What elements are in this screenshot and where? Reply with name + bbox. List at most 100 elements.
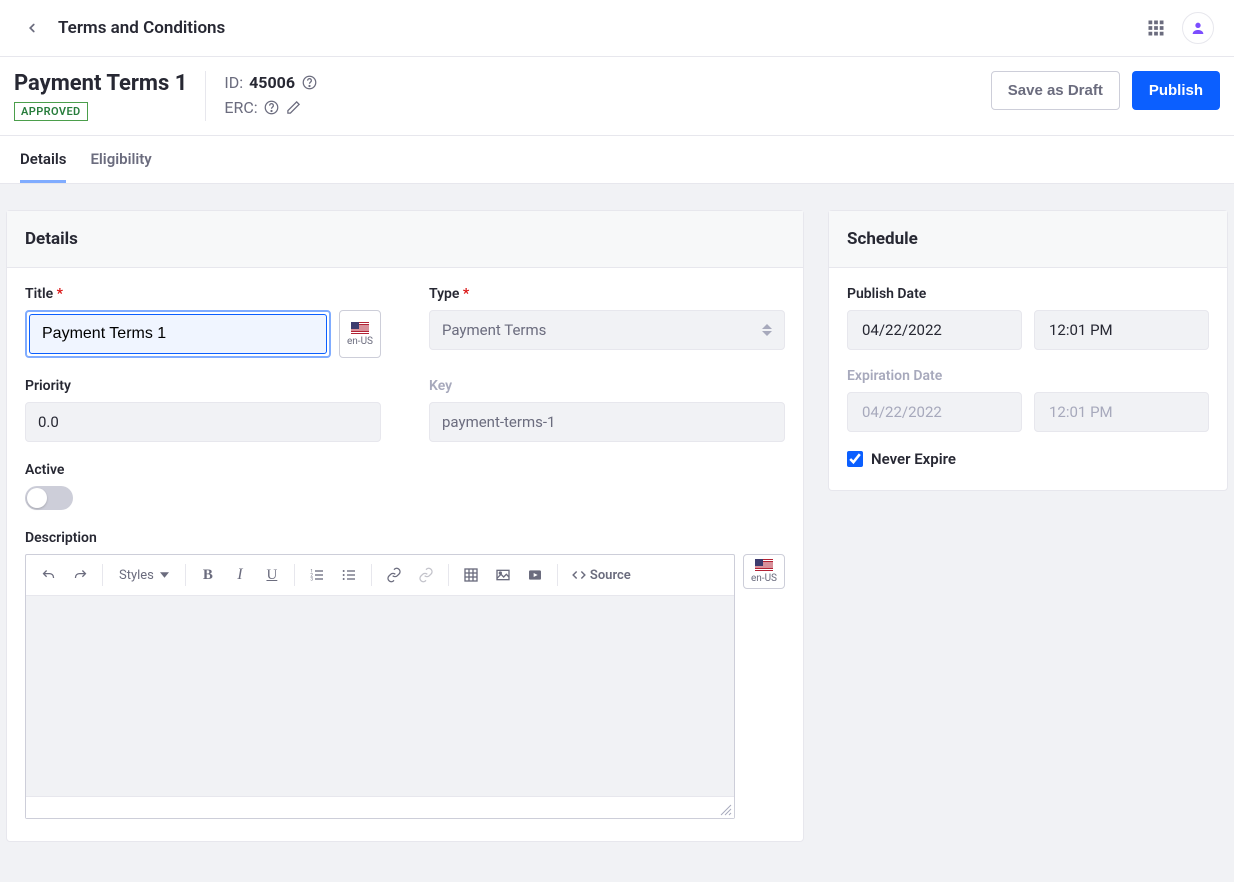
bold-button[interactable]: B xyxy=(194,561,222,589)
toolbar-separator xyxy=(294,564,295,586)
active-toggle[interactable] xyxy=(25,486,73,510)
code-icon xyxy=(572,568,586,582)
meta-block: ID: 45006 ERC: xyxy=(224,71,317,117)
undo-button[interactable] xyxy=(34,561,62,589)
active-label: Active xyxy=(25,462,785,478)
rte-statusbar xyxy=(26,796,734,818)
chevron-down-icon xyxy=(160,572,169,578)
details-card-title: Details xyxy=(25,229,785,249)
select-caret-icon xyxy=(762,323,772,337)
rich-text-editor: Styles B I U 123 xyxy=(25,554,735,819)
expiration-time-input: 12:01 PM xyxy=(1034,392,1209,432)
publish-date-label: Publish Date xyxy=(847,286,1209,302)
id-label: ID: xyxy=(224,73,243,92)
help-icon[interactable] xyxy=(301,75,317,91)
table-button[interactable] xyxy=(457,561,485,589)
description-locale-selector[interactable]: en-US xyxy=(743,554,785,589)
page-title: Payment Terms 1 xyxy=(14,71,187,96)
video-button[interactable] xyxy=(521,561,549,589)
locale-code: en-US xyxy=(751,573,777,584)
toggle-knob xyxy=(27,488,47,508)
erc-label: ERC: xyxy=(224,98,257,117)
id-value: 45006 xyxy=(249,73,295,92)
redo-button[interactable] xyxy=(66,561,94,589)
edit-erc-button[interactable] xyxy=(286,100,302,116)
apps-grid-icon xyxy=(1147,19,1165,37)
publish-button[interactable]: Publish xyxy=(1132,71,1220,110)
user-icon xyxy=(1190,20,1206,36)
content: Details Title en-US xyxy=(0,184,1234,882)
link-icon xyxy=(386,567,402,583)
publish-date-group: Publish Date 04/22/2022 12:01 PM xyxy=(847,286,1209,350)
page-header: Payment Terms 1 APPROVED ID: 45006 ERC: xyxy=(0,57,1234,136)
italic-button[interactable]: I xyxy=(226,561,254,589)
unlink-button[interactable] xyxy=(412,561,440,589)
never-expire-checkbox[interactable] xyxy=(847,451,863,467)
toolbar-separator xyxy=(371,564,372,586)
underline-button[interactable]: U xyxy=(258,561,286,589)
topbar-left: Terms and Conditions xyxy=(20,16,225,40)
rte-wrap: Styles B I U 123 xyxy=(25,554,785,819)
never-expire-label: Never Expire xyxy=(871,450,956,468)
expiration-date-group: Expiration Date 04/22/2022 12:01 PM xyxy=(847,368,1209,432)
publish-date-input[interactable]: 04/22/2022 xyxy=(847,310,1022,350)
never-expire-row[interactable]: Never Expire xyxy=(847,450,1209,468)
expiration-date-label: Expiration Date xyxy=(847,368,1209,384)
apps-button[interactable] xyxy=(1144,16,1168,40)
title-input[interactable] xyxy=(30,315,326,353)
details-form: Title en-US xyxy=(25,286,785,819)
unlink-icon xyxy=(418,567,434,583)
publish-time-input[interactable]: 12:01 PM xyxy=(1034,310,1209,350)
toolbar-separator xyxy=(102,564,103,586)
unordered-list-button[interactable] xyxy=(335,561,363,589)
ordered-list-button[interactable]: 123 xyxy=(303,561,331,589)
priority-label: Priority xyxy=(25,378,381,394)
expiration-date-row: 04/22/2022 12:01 PM xyxy=(847,392,1209,432)
redo-icon xyxy=(73,568,88,583)
italic-icon: I xyxy=(237,566,242,584)
topbar-right xyxy=(1144,12,1214,44)
resize-grip-icon[interactable] xyxy=(720,804,732,816)
topbar: Terms and Conditions xyxy=(0,0,1234,57)
save-draft-button[interactable]: Save as Draft xyxy=(991,71,1120,110)
underline-icon: U xyxy=(266,567,277,584)
rte-textarea[interactable] xyxy=(26,596,734,796)
back-button[interactable] xyxy=(20,16,44,40)
priority-group: Priority 0.0 xyxy=(25,378,381,442)
tab-details[interactable]: Details xyxy=(20,136,66,183)
title-input-container xyxy=(29,314,327,354)
link-button[interactable] xyxy=(380,561,408,589)
bold-icon: B xyxy=(203,567,213,584)
locale-selector[interactable]: en-US xyxy=(339,310,381,358)
toolbar-separator xyxy=(185,564,186,586)
tab-eligibility[interactable]: Eligibility xyxy=(90,136,151,183)
styles-dropdown[interactable]: Styles xyxy=(111,568,177,583)
key-input: payment-terms-1 xyxy=(429,402,785,442)
pencil-icon xyxy=(286,100,301,115)
unordered-list-icon xyxy=(341,567,357,583)
toolbar-separator xyxy=(448,564,449,586)
title-block: Payment Terms 1 APPROVED xyxy=(14,71,206,121)
user-avatar[interactable] xyxy=(1182,12,1214,44)
priority-input[interactable]: 0.0 xyxy=(25,402,381,442)
id-row: ID: 45006 xyxy=(224,73,317,92)
us-flag-icon xyxy=(755,559,773,571)
image-button[interactable] xyxy=(489,561,517,589)
schedule-card-header: Schedule xyxy=(829,211,1227,268)
type-group: Type Payment Terms xyxy=(429,286,785,358)
page-header-actions: Save as Draft Publish xyxy=(991,71,1220,110)
toolbar-separator xyxy=(557,564,558,586)
schedule-card-title: Schedule xyxy=(847,229,1209,249)
source-label: Source xyxy=(590,568,631,583)
schedule-card-body: Publish Date 04/22/2022 12:01 PM Expirat… xyxy=(829,268,1227,490)
chevron-left-icon xyxy=(25,21,39,35)
publish-date-row: 04/22/2022 12:01 PM xyxy=(847,310,1209,350)
type-label: Type xyxy=(429,286,785,302)
svg-text:3: 3 xyxy=(310,576,313,582)
key-group: Key payment-terms-1 xyxy=(429,378,785,442)
details-card-header: Details xyxy=(7,211,803,268)
source-button[interactable]: Source xyxy=(566,561,637,589)
ordered-list-icon: 123 xyxy=(309,567,325,583)
details-card: Details Title en-US xyxy=(6,210,804,842)
help-icon[interactable] xyxy=(264,100,280,116)
